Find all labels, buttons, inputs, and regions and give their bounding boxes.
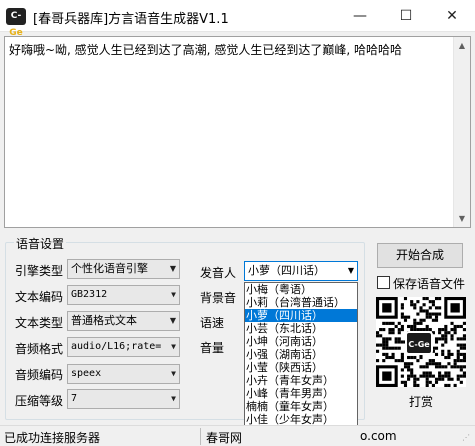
start-synthesis-button[interactable]: 开始合成	[377, 243, 463, 268]
text-encoding-value: GB2312	[71, 289, 108, 300]
app-icon: C-Ge	[6, 8, 26, 38]
input-text-area[interactable]: 好嗨哦~呦, 感觉人生已经到达了高潮, 感觉人生已经到达了巅峰, 哈哈哈哈 ▲ …	[4, 36, 471, 228]
maximize-button[interactable]: ☐	[383, 0, 429, 32]
text-encoding-label: 文本编码	[15, 290, 64, 304]
settings-group-title: 语音设置	[14, 235, 67, 252]
chevron-down-icon: ▼	[171, 290, 176, 299]
speaker-label: 发音人	[200, 266, 237, 280]
chevron-down-icon: ▼	[347, 266, 354, 275]
speaker-select-value: 小萝（四川话）	[248, 264, 325, 277]
speaker-option[interactable]: 小莉（台湾普通话）	[245, 296, 357, 309]
status-separator	[200, 428, 201, 445]
chevron-down-icon: ▼	[171, 342, 176, 351]
compression-label: 压缩等级	[15, 394, 64, 408]
save-audio-checkbox[interactable]	[377, 276, 390, 289]
text-type-value: 普通格式文本	[71, 314, 137, 327]
status-bar: 已成功连接服务器 春哥网 o.com	[0, 425, 475, 446]
chevron-down-icon: ▼	[171, 394, 176, 403]
status-url: o.com	[360, 429, 397, 443]
speaker-option[interactable]: 小峰（青年男声）	[245, 387, 357, 400]
text-encoding-select[interactable]: GB2312 ▼	[67, 285, 180, 305]
status-site: 春哥网	[206, 431, 243, 445]
text-type-label: 文本类型	[15, 316, 64, 330]
input-text: 好嗨哦~呦, 感觉人生已经到达了高潮, 感觉人生已经到达了巅峰, 哈哈哈哈	[9, 43, 402, 57]
speaker-option[interactable]: 小梅（粤语）	[245, 283, 357, 296]
save-audio-label: 保存语音文件	[393, 277, 466, 291]
audio-format-label: 音频格式	[15, 342, 64, 356]
scroll-up-icon[interactable]: ▲	[454, 37, 470, 54]
vertical-scrollbar[interactable]: ▲ ▼	[453, 37, 470, 227]
speaker-option[interactable]: 小强（湖南话）	[245, 348, 357, 361]
text-type-select[interactable]: 普通格式文本 ▼	[67, 311, 180, 331]
speaker-option[interactable]: 小芸（东北话）	[245, 322, 357, 335]
audio-codec-value: speex	[71, 368, 102, 379]
chevron-down-icon: ▼	[171, 369, 176, 378]
speed-label: 语速	[200, 316, 225, 330]
speaker-option[interactable]: 小萝（四川话）	[245, 309, 357, 322]
speaker-option[interactable]: 小莹（陕西话）	[245, 361, 357, 374]
engine-select-value: 个性化语音引擎	[71, 262, 148, 275]
speaker-option[interactable]: 小坤（河南话）	[245, 335, 357, 348]
scroll-down-icon[interactable]: ▼	[454, 210, 470, 227]
engine-label: 引擎类型	[15, 264, 64, 278]
audio-format-value: audio/L16;rate=	[71, 341, 162, 352]
audio-codec-select[interactable]: speex ▼	[67, 364, 180, 384]
close-button[interactable]: ✕	[429, 0, 475, 32]
speaker-select[interactable]: 小萝（四川话） ▼	[244, 261, 358, 281]
compression-value: 7	[71, 393, 78, 404]
speaker-dropdown-list: 小梅（粤语） 小莉（台湾普通话） 小萝（四川话） 小芸（东北话） 小坤（河南话） 小强（湖…	[244, 282, 358, 446]
bg-sound-label: 背景音	[200, 291, 237, 305]
audio-codec-label: 音频编码	[15, 368, 64, 382]
chevron-down-icon: ▼	[169, 316, 176, 325]
compression-select[interactable]: 7 ▼	[67, 389, 180, 409]
qr-logo: C-Ge	[405, 331, 433, 355]
chevron-down-icon: ▼	[169, 264, 176, 273]
speaker-option[interactable]: 楠楠（童年女声）	[245, 400, 357, 413]
audio-format-select[interactable]: audio/L16;rate= ▼	[67, 337, 180, 357]
size-grip-icon[interactable]: ⋰	[462, 433, 470, 442]
minimize-button[interactable]: —	[337, 0, 383, 32]
speaker-option[interactable]: 小卉（青年女声）	[245, 374, 357, 387]
engine-select[interactable]: 个性化语音引擎 ▼	[67, 259, 180, 279]
tip-label: 打赏	[409, 395, 434, 409]
volume-label: 音量	[200, 341, 225, 355]
window-title: [春哥兵器库]方言语音生成器V1.1	[33, 12, 229, 27]
status-connection: 已成功连接服务器	[4, 431, 101, 445]
